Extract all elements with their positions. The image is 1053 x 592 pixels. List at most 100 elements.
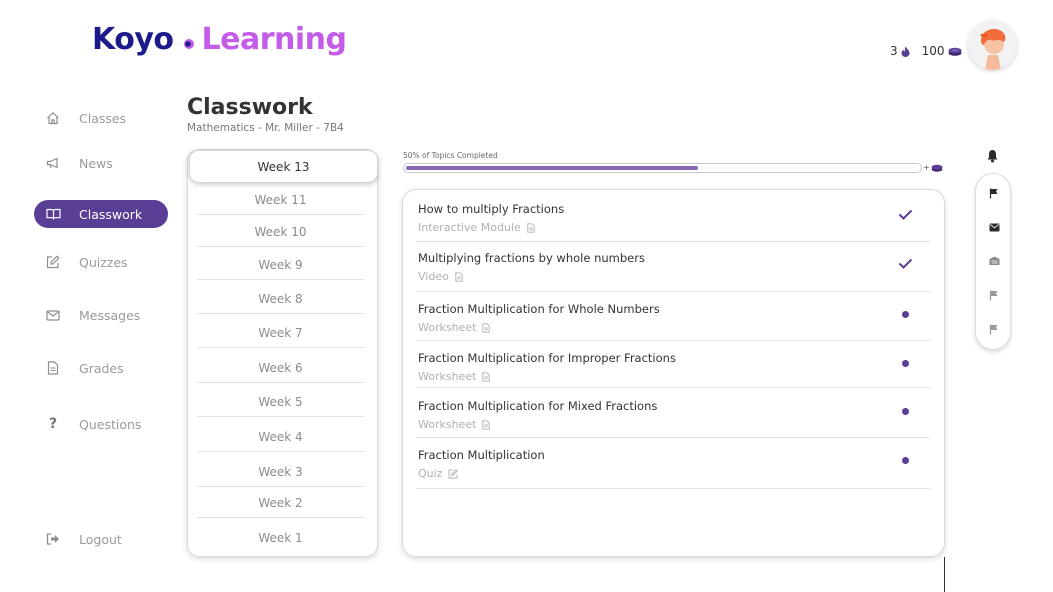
week-item-7[interactable]: Week 7 bbox=[197, 318, 364, 348]
pending-dot-icon bbox=[896, 306, 914, 322]
pending-dot-icon bbox=[896, 355, 914, 371]
edit-icon bbox=[449, 468, 459, 478]
sidebar-item-label: Quizzes bbox=[79, 254, 128, 270]
week-item-11[interactable]: Week 11 bbox=[197, 185, 364, 215]
sidebar-item-classes[interactable]: Classes bbox=[34, 104, 168, 132]
progress-reward-label: + bbox=[923, 163, 930, 172]
sidebar-item-label: Grades bbox=[79, 360, 124, 376]
topic-type: Interactive Module bbox=[418, 221, 535, 234]
topic-title: Fraction Multiplication for Mixed Fracti… bbox=[418, 399, 658, 413]
document-icon bbox=[482, 419, 491, 430]
brand-logo: Koyo Learning bbox=[92, 22, 347, 57]
topic-row[interactable]: Fraction Multiplication for Improper Fra… bbox=[416, 351, 930, 388]
progress-bar bbox=[403, 163, 922, 173]
progress-label: 50% of Topics Completed bbox=[403, 151, 498, 160]
pending-dot-icon bbox=[896, 403, 914, 419]
progress-fill bbox=[406, 166, 698, 170]
streak-counter: 3 bbox=[890, 44, 910, 58]
sidebar-item-label: News bbox=[79, 155, 113, 171]
flame-icon bbox=[901, 46, 910, 57]
flag-icon[interactable] bbox=[987, 322, 1001, 336]
page-subtitle: Mathematics - Mr. Miller - 7B4 bbox=[187, 122, 344, 134]
week-item-1[interactable]: Week 1 bbox=[197, 523, 364, 553]
topic-row[interactable]: How to multiply Fractions Interactive Mo… bbox=[416, 202, 930, 242]
document-icon bbox=[482, 322, 491, 333]
topic-title: Fraction Multiplication for Whole Number… bbox=[418, 302, 660, 316]
logout-button[interactable]: Logout bbox=[34, 525, 168, 553]
page-title: Classwork bbox=[187, 95, 313, 120]
topic-type-label: Worksheet bbox=[418, 321, 477, 334]
megaphone-icon bbox=[43, 157, 63, 169]
user-stats: 3 100 bbox=[890, 44, 974, 58]
flag-icon[interactable] bbox=[987, 288, 1001, 302]
progress-reward: + bbox=[923, 163, 943, 172]
sidebar-item-label: Classes bbox=[79, 110, 127, 126]
bell-icon[interactable] bbox=[986, 148, 999, 167]
topic-title: Fraction Multiplication for Improper Fra… bbox=[418, 351, 676, 365]
week-item-9[interactable]: Week 9 bbox=[197, 250, 364, 280]
sidebar-item-grades[interactable]: Grades bbox=[34, 354, 168, 382]
topic-type-label: Worksheet bbox=[418, 370, 477, 383]
topic-title: Fraction Multiplication bbox=[418, 448, 545, 462]
topic-type-label: Quiz bbox=[418, 467, 443, 480]
sidebar-item-classwork[interactable]: Classwork bbox=[34, 200, 168, 228]
logout-label: Logout bbox=[79, 531, 122, 547]
document-icon bbox=[527, 222, 535, 233]
sidebar-item-label: Messages bbox=[79, 307, 141, 323]
sidebar-item-questions[interactable]: ? Questions bbox=[34, 410, 168, 438]
coin-icon bbox=[948, 47, 962, 56]
divider bbox=[944, 557, 945, 592]
topic-row[interactable]: Multiplying fractions by whole numbers V… bbox=[416, 251, 930, 292]
sidebar-item-messages[interactable]: Messages bbox=[34, 301, 168, 329]
logout-icon bbox=[43, 533, 63, 545]
sidebar-item-label: Questions bbox=[79, 416, 142, 432]
topic-type-label: Interactive Module bbox=[418, 221, 521, 234]
topic-row[interactable]: Fraction Multiplication for Mixed Fracti… bbox=[416, 399, 930, 438]
week-item-2[interactable]: Week 2 bbox=[197, 488, 364, 518]
topic-row[interactable]: Fraction Multiplication for Whole Number… bbox=[416, 302, 930, 341]
streak-value: 3 bbox=[890, 44, 898, 58]
week-item-3[interactable]: Week 3 bbox=[197, 457, 364, 487]
flag-icon[interactable] bbox=[987, 186, 1001, 200]
completed-check-icon bbox=[896, 206, 914, 222]
topic-type: Worksheet bbox=[418, 321, 491, 334]
pending-dot-icon bbox=[896, 452, 914, 468]
topic-type: Worksheet bbox=[418, 418, 491, 431]
topic-type-label: Worksheet bbox=[418, 418, 477, 431]
document-icon bbox=[482, 371, 491, 382]
completed-check-icon bbox=[896, 255, 914, 271]
home-icon bbox=[43, 111, 63, 125]
week-item-13[interactable]: Week 13 bbox=[189, 150, 378, 183]
brand-name-koyo: Koyo bbox=[92, 22, 174, 57]
topic-title: Multiplying fractions by whole numbers bbox=[418, 251, 645, 265]
edit-icon bbox=[43, 255, 63, 269]
topic-title: How to multiply Fractions bbox=[418, 202, 565, 216]
topic-type: Quiz bbox=[418, 467, 459, 480]
document-icon bbox=[455, 271, 463, 282]
book-icon bbox=[43, 208, 63, 220]
week-item-5[interactable]: Week 5 bbox=[197, 387, 364, 417]
sidebar-item-label: Classwork bbox=[79, 206, 143, 222]
topic-list: How to multiply Fractions Interactive Mo… bbox=[402, 189, 945, 557]
week-item-10[interactable]: Week 10 bbox=[197, 217, 364, 247]
sidebar-item-quizzes[interactable]: Quizzes bbox=[34, 248, 168, 276]
coin-icon[interactable] bbox=[987, 254, 1001, 268]
week-item-4[interactable]: Week 4 bbox=[197, 422, 364, 452]
topic-type: Video bbox=[418, 270, 463, 283]
envelope-icon bbox=[43, 309, 63, 321]
brand-name-learning: Learning bbox=[201, 22, 347, 57]
week-item-8[interactable]: Week 8 bbox=[197, 284, 364, 314]
coin-counter: 100 bbox=[922, 44, 962, 58]
coin-value: 100 bbox=[921, 44, 945, 58]
topic-type: Worksheet bbox=[418, 370, 491, 383]
topic-row[interactable]: Fraction Multiplication Quiz bbox=[416, 448, 930, 489]
week-item-6[interactable]: Week 6 bbox=[197, 353, 364, 383]
coin-icon bbox=[931, 164, 943, 172]
user-avatar[interactable] bbox=[968, 21, 1017, 70]
sidebar-item-news[interactable]: News bbox=[34, 149, 168, 177]
logo-mark-icon bbox=[183, 38, 194, 49]
envelope-icon[interactable] bbox=[987, 220, 1001, 234]
avatar-illustration-icon bbox=[968, 21, 1017, 70]
question-icon: ? bbox=[48, 416, 58, 432]
right-toolbar bbox=[975, 173, 1011, 350]
